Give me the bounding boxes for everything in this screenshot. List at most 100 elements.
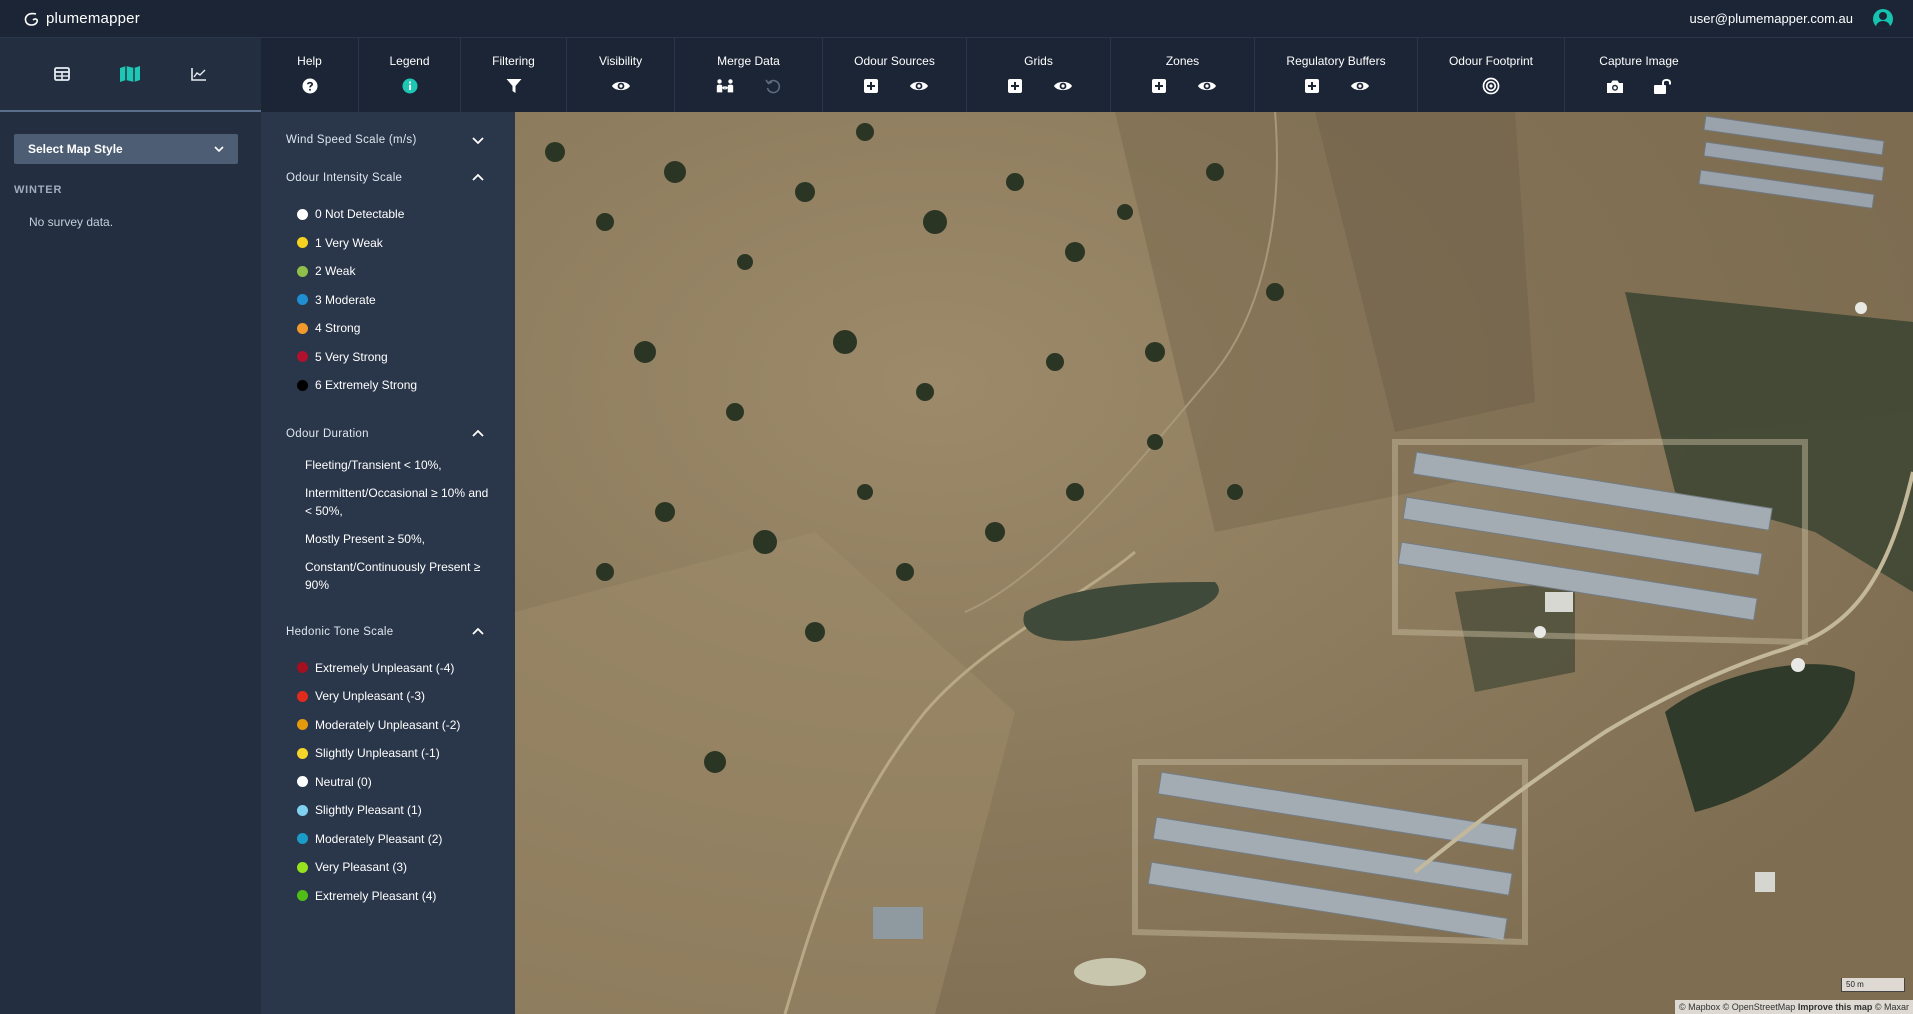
grids-label: Grids: [1024, 54, 1053, 68]
target-icon: [1482, 77, 1500, 95]
hedonic-color-dot-icon: [297, 776, 308, 788]
user-email[interactable]: user@plumemapper.com.au: [1690, 11, 1854, 26]
regulatory-buffers-label: Regulatory Buffers: [1286, 54, 1386, 68]
chart-icon: [191, 68, 206, 81]
odour-sources-group: Odour Sources: [823, 38, 967, 112]
help-button[interactable]: [300, 76, 320, 96]
intensity-section-header[interactable]: Odour Intensity Scale: [261, 168, 515, 188]
hedonic-color-dot-icon: [297, 747, 308, 759]
hedonic-item: Neutral (0): [297, 768, 515, 797]
intensity-item: 3 Moderate: [297, 286, 515, 315]
legend-group: Legend: [359, 38, 461, 112]
eye-icon: [611, 81, 630, 91]
hedonic-color-dot-icon: [297, 833, 308, 845]
hedonic-color-dot-icon: [297, 804, 308, 816]
no-survey-text: No survey data.: [29, 215, 114, 229]
eye-icon: [1053, 81, 1072, 91]
toggle-buffers-button[interactable]: [1350, 76, 1370, 96]
visibility-button[interactable]: [611, 76, 631, 96]
help-group: Help: [261, 38, 359, 112]
hedonic-label: Neutral (0): [315, 774, 372, 789]
add-grid-button[interactable]: [1005, 76, 1025, 96]
chevron-down-icon: [214, 146, 224, 152]
intensity-color-dot-icon: [297, 208, 308, 220]
plus-square-icon: [1151, 79, 1166, 93]
user-avatar-icon[interactable]: [1873, 8, 1893, 29]
intensity-color-dot-icon: [297, 265, 308, 277]
app-logo[interactable]: plumemapper: [22, 10, 140, 27]
satellite-imagery: [515, 112, 1913, 1014]
filtering-label: Filtering: [492, 54, 535, 68]
help-label: Help: [297, 54, 322, 68]
intensity-list: 0 Not Detectable 1 Very Weak 2 Weak 3 Moder…: [261, 188, 515, 410]
filter-button[interactable]: [504, 76, 524, 96]
undo-merge-button[interactable]: [763, 76, 783, 96]
odour-footprint-button[interactable]: [1481, 76, 1501, 96]
chevron-up-icon: [472, 627, 484, 635]
map-canvas[interactable]: 50 m © Mapbox © OpenStreetMap Improve th…: [515, 112, 1913, 1014]
merge-data-group: Merge Data: [675, 38, 823, 112]
chevron-down-icon: [472, 137, 484, 145]
logo-swirl-icon: [24, 12, 38, 26]
intensity-label: 1 Very Weak: [315, 235, 383, 250]
table-icon: [54, 67, 71, 81]
hedonic-item: Extremely Pleasant (4): [297, 882, 515, 911]
intensity-color-dot-icon: [297, 351, 308, 363]
wind-speed-section-header[interactable]: Wind Speed Scale (m/s): [261, 130, 515, 150]
visibility-group: Visibility: [567, 38, 675, 112]
plus-square-icon: [863, 79, 878, 93]
attribution-tail: © Maxar: [1874, 1002, 1909, 1012]
hedonic-label: Extremely Unpleasant (-4): [315, 660, 455, 675]
duration-item: Mostly Present ≥ 50%,: [305, 531, 425, 546]
hedonic-section-header[interactable]: Hedonic Tone Scale: [261, 622, 515, 642]
attribution-text: © Mapbox © OpenStreetMap: [1678, 1002, 1796, 1012]
eye-icon: [1197, 81, 1216, 91]
hedonic-label: Moderately Pleasant (2): [315, 831, 443, 846]
add-buffer-button[interactable]: [1302, 76, 1322, 96]
intensity-label: 0 Not Detectable: [315, 207, 405, 222]
toggle-grids-button[interactable]: [1053, 76, 1073, 96]
undo-icon: [764, 79, 780, 94]
intensity-item: 1 Very Weak: [297, 229, 515, 258]
merge-button[interactable]: [715, 76, 735, 96]
duration-item: Constant/Continuously Present ≥ 90%: [305, 559, 481, 592]
add-odour-source-button[interactable]: [861, 76, 881, 96]
odour-footprint-group: Odour Footprint: [1418, 38, 1565, 112]
legend-button[interactable]: [400, 76, 420, 96]
add-zone-button[interactable]: [1149, 76, 1169, 96]
duration-section-header[interactable]: Odour Duration: [261, 424, 515, 444]
intensity-label: 4 Strong: [315, 321, 361, 336]
intensity-item: 6 Extremely Strong: [297, 371, 515, 400]
grids-group: Grids: [967, 38, 1111, 112]
toggle-zones-button[interactable]: [1197, 76, 1217, 96]
eye-icon: [1351, 81, 1369, 91]
plus-square-icon: [1007, 79, 1022, 93]
hedonic-item: Very Unpleasant (-3): [297, 682, 515, 711]
intensity-title: Odour Intensity Scale: [286, 172, 403, 184]
odour-footprint-label: Odour Footprint: [1448, 54, 1534, 68]
toggle-odour-sources-button[interactable]: [909, 76, 929, 96]
intensity-color-dot-icon: [297, 379, 308, 391]
map-style-label: Select Map Style: [28, 142, 123, 156]
camera-icon: [1607, 80, 1623, 93]
zones-label: Zones: [1165, 54, 1200, 68]
season-heading: WINTER: [14, 184, 63, 196]
merge-people-icon: [716, 79, 733, 93]
map-style-select[interactable]: Select Map Style: [14, 134, 238, 164]
capture-button[interactable]: [1605, 76, 1625, 96]
improve-map-link[interactable]: Improve this map: [1798, 1002, 1873, 1012]
unlock-icon: [1654, 78, 1671, 94]
hedonic-color-dot-icon: [297, 890, 308, 902]
hedonic-label: Very Pleasant (3): [315, 860, 408, 875]
intensity-item: 4 Strong: [297, 314, 515, 343]
regulatory-buffers-group: Regulatory Buffers: [1255, 38, 1418, 112]
lock-toggle-button[interactable]: [1653, 76, 1673, 96]
hedonic-label: Very Unpleasant (-3): [315, 689, 426, 704]
chart-view-tab[interactable]: [183, 58, 215, 90]
table-view-tab[interactable]: [46, 58, 78, 90]
map-view-tab[interactable]: [114, 58, 146, 90]
legend-label: Legend: [389, 54, 430, 68]
chevron-up-icon: [472, 173, 484, 181]
hedonic-label: Slightly Unpleasant (-1): [315, 746, 440, 761]
intensity-label: 5 Very Strong: [315, 349, 388, 364]
